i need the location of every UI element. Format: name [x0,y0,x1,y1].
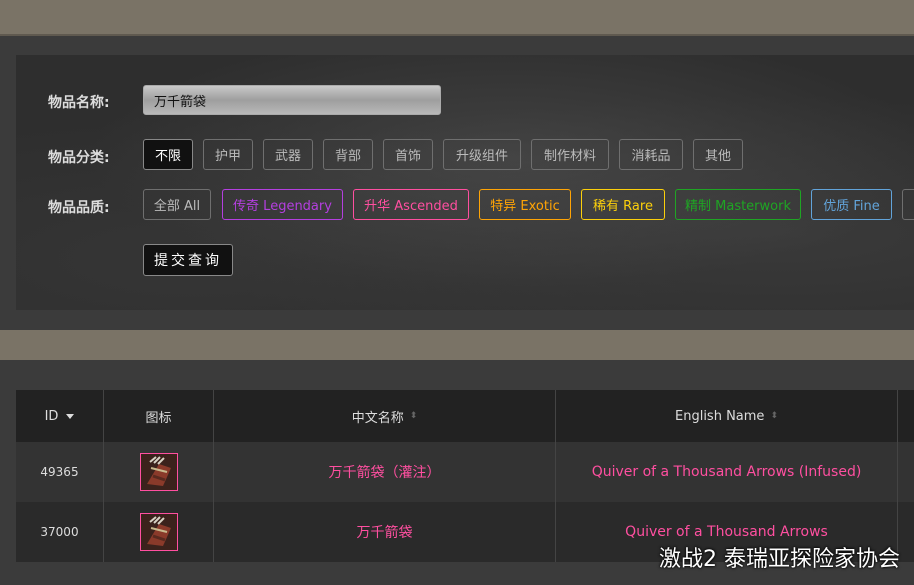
row-id: 49365 [40,465,79,479]
item-name-input[interactable] [143,85,441,115]
row-icon-cell [104,502,214,562]
quality-rare-button[interactable]: 稀有 Rare [581,189,665,220]
item-cn-name-link[interactable]: 万千箭袋（灌注） [329,462,441,482]
quality-more-button[interactable] [902,189,914,220]
category-weapon-button[interactable]: 武器 [263,139,313,170]
row-id: 37000 [40,525,79,539]
item-en-name-link[interactable]: Quiver of a Thousand Arrows [625,524,828,540]
item-en-name-link[interactable]: Quiver of a Thousand Arrows (Infused) [592,464,862,480]
sort-icon: ⬍ [409,411,418,421]
row-id-cell: 37000 [16,502,104,562]
quiver-icon[interactable] [139,513,178,551]
submit-query-button[interactable]: 提交查询 [143,244,233,276]
item-quality-label: 物品品质: [48,200,110,216]
item-cn-name-link[interactable]: 万千箭袋 [357,522,413,542]
top-banner [0,0,914,36]
quality-ascended-button[interactable]: 升华 Ascended [353,189,469,220]
category-upgrade-button[interactable]: 升级组件 [443,139,521,170]
category-trinket-button[interactable]: 首饰 [383,139,433,170]
header-cn-name-label: 中文名称 [351,410,404,426]
header-icon-label: 图标 [145,410,172,426]
category-consumable-button[interactable]: 消耗品 [619,139,683,170]
search-panel: 物品名称: 物品分类: 不限 护甲 武器 背部 首饰 升级组件 制作材料 消耗品… [16,55,914,310]
site-watermark: 激战2 泰瑞亚探险家协会 [659,547,900,572]
quiver-icon[interactable] [139,453,178,491]
row-en-name-cell: Quiver of a Thousand Arrows (Infused) [556,442,898,502]
row-id-cell: 49365 [16,442,104,502]
results-table: ID 图标 中文名称 ⬍ English Name ⬍ 49365 万千箭袋（灌… [16,390,914,562]
quality-all-button[interactable]: 全部 All [143,189,211,220]
header-en-name-label: English Name [675,408,765,424]
category-other-button[interactable]: 其他 [693,139,743,170]
category-armor-button[interactable]: 护甲 [203,139,253,170]
sort-desc-icon [66,413,75,419]
header-cn-name[interactable]: 中文名称 ⬍ [214,390,556,442]
row-icon-cell [104,442,214,502]
header-icon: 图标 [104,390,214,442]
category-all-button[interactable]: 不限 [143,139,193,170]
row-extra-cell [898,502,914,562]
quality-exotic-button[interactable]: 特异 Exotic [479,189,571,220]
quality-masterwork-button[interactable]: 精制 Masterwork [675,189,801,220]
header-id-label: ID [44,408,59,424]
header-en-name[interactable]: English Name ⬍ [556,390,898,442]
category-back-button[interactable]: 背部 [323,139,373,170]
table-header: ID 图标 中文名称 ⬍ English Name ⬍ [16,390,914,442]
item-name-label: 物品名称: [48,95,110,111]
row-cn-name-cell: 万千箭袋（灌注） [214,442,556,502]
item-category-label: 物品分类: [48,150,110,166]
header-id[interactable]: ID [16,390,104,442]
quality-legendary-button[interactable]: 传奇 Legendary [222,189,343,220]
quality-fine-button[interactable]: 优质 Fine [811,189,892,220]
row-cn-name-cell: 万千箭袋 [214,502,556,562]
header-extra [898,390,914,442]
section-divider-banner [0,330,914,360]
table-row: 49365 万千箭袋（灌注） Quiver of a Thousand Arro… [16,442,914,502]
row-extra-cell [898,442,914,502]
sort-icon: ⬍ [770,411,778,421]
category-material-button[interactable]: 制作材料 [531,139,609,170]
